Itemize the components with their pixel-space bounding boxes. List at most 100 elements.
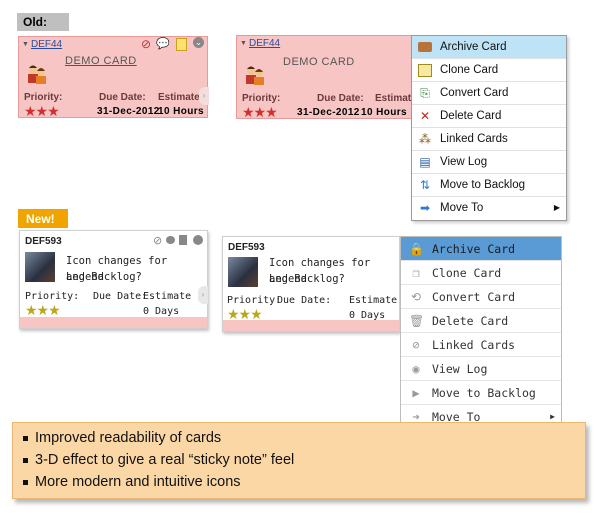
- avatar-people-icon: [28, 65, 46, 84]
- menu-item-clone-card[interactable]: ❐ Clone Card: [401, 261, 561, 285]
- priority-stars: ★★★: [24, 103, 60, 119]
- menu-item-label: Delete Card: [432, 314, 509, 328]
- menu-item-archive-card[interactable]: Archive Card: [412, 36, 566, 59]
- menu-item-linked-cards[interactable]: ⁂ Linked Cards: [412, 128, 566, 151]
- menu-item-archive-card[interactable]: 🔒 Archive Card: [401, 237, 561, 261]
- estimate-label: Estimate: [349, 295, 398, 306]
- new-card-right[interactable]: DEF593 Icon changes for Legend and Backl…: [222, 236, 400, 332]
- summary-box: Improved readability of cards 3-D effect…: [12, 422, 586, 499]
- avatar-people-icon: [246, 66, 264, 85]
- card-id[interactable]: DEF593: [228, 242, 265, 253]
- block-icon[interactable]: ⊘: [153, 234, 162, 247]
- submenu-arrow-icon: ▶: [550, 412, 555, 421]
- briefcase-icon: [418, 42, 432, 52]
- menu-item-label: Archive Card: [440, 41, 507, 53]
- trash-icon: 🗑: [409, 314, 425, 328]
- card-id[interactable]: DEF593: [25, 236, 62, 247]
- note-icon[interactable]: [179, 235, 187, 245]
- priority-label: Priority:: [24, 92, 63, 103]
- summary-bullet: 3-D effect to give a real “sticky note” …: [23, 452, 294, 468]
- menu-item-label: Clone Card: [432, 266, 502, 280]
- lock-icon: 🔒: [409, 242, 424, 256]
- menu-item-label: View Log: [440, 156, 488, 168]
- menu-item-move-to-backlog[interactable]: ▶ Move to Backlog: [401, 381, 561, 405]
- delete-x-icon: ✕: [419, 109, 431, 123]
- old-card-right[interactable]: ▼ DEF44 DEMO CARD Priority: Due Date: Es…: [236, 35, 420, 120]
- menu-item-label: Delete Card: [440, 110, 502, 122]
- chevron-down-icon[interactable]: ▼: [22, 41, 29, 48]
- card-id-link[interactable]: DEF44: [31, 39, 62, 50]
- due-date-value: 31-Dec-2012: [97, 106, 160, 117]
- submenu-arrow-icon: ▶: [553, 203, 560, 212]
- chevron-down-icon[interactable]: ▼: [240, 40, 247, 47]
- menu-item-delete-card[interactable]: ✕ Delete Card: [412, 105, 566, 128]
- log-icon: ▤: [419, 155, 431, 169]
- backlog-icon: ⇅: [419, 178, 431, 192]
- card-color-strip: [20, 317, 207, 328]
- bullet-marker: [23, 479, 28, 485]
- bullet-marker: [23, 435, 28, 441]
- estimate-label: Estimate: [143, 291, 192, 302]
- block-icon[interactable]: ⊘: [141, 37, 151, 51]
- bullet-marker: [23, 457, 28, 463]
- menu-item-convert-card[interactable]: ⎘ Convert Card: [412, 82, 566, 105]
- estimate-value: 10 Hours: [361, 107, 407, 118]
- summary-bullet-text: Improved readability of cards: [35, 430, 222, 446]
- new-context-menu: 🔒 Archive Card ❐ Clone Card ⟲ Convert Ca…: [400, 236, 562, 424]
- menu-item-delete-card[interactable]: 🗑 Delete Card: [401, 309, 561, 333]
- expand-tab[interactable]: ›: [199, 87, 209, 105]
- menu-item-move-to[interactable]: ➡ Move To ▶: [412, 197, 566, 220]
- priority-stars: ★★★: [242, 104, 278, 120]
- card-id-link[interactable]: DEF44: [249, 38, 280, 49]
- menu-item-convert-card[interactable]: ⟲ Convert Card: [401, 285, 561, 309]
- comment-icon[interactable]: [166, 236, 175, 244]
- expand-tab[interactable]: ›: [198, 286, 208, 304]
- note-icon[interactable]: [176, 38, 187, 51]
- card-title: DEMO CARD: [283, 56, 355, 68]
- old-card-left[interactable]: ▼ DEF44 DEMO CARD ⊘ 💬 ⌄ Priority: Due Da…: [18, 36, 209, 119]
- eye-icon: ◉: [412, 362, 420, 376]
- menu-item-label: Archive Card: [432, 242, 516, 256]
- menu-item-label: Convert Card: [440, 87, 509, 99]
- convert-icon: ⟲: [410, 290, 422, 304]
- old-label: Old:: [17, 13, 69, 31]
- card-title-line2: and Backlog?: [269, 273, 345, 285]
- summary-bullet: Improved readability of cards: [23, 430, 221, 446]
- menu-item-label: Linked Cards: [440, 133, 508, 145]
- link-icon: ⊘: [412, 338, 420, 352]
- due-date-label: Due Date:: [99, 92, 146, 103]
- collapse-icon[interactable]: ⌄: [193, 37, 204, 48]
- play-icon: ▶: [412, 386, 420, 400]
- clone-icon: [418, 64, 432, 77]
- move-icon: ➡: [419, 201, 431, 215]
- menu-item-view-log[interactable]: ▤ View Log: [412, 151, 566, 174]
- menu-item-view-log[interactable]: ◉ View Log: [401, 357, 561, 381]
- new-label: New!: [18, 209, 68, 228]
- menu-item-label: Move To: [440, 202, 484, 214]
- summary-bullet-text: 3-D effect to give a real “sticky note” …: [35, 452, 295, 468]
- estimate-value: 0 Days: [143, 306, 180, 317]
- menu-item-clone-card[interactable]: Clone Card: [412, 59, 566, 82]
- old-context-menu: Archive Card Clone Card ⎘ Convert Card ✕…: [411, 35, 567, 221]
- menu-item-linked-cards[interactable]: ⊘ Linked Cards: [401, 333, 561, 357]
- priority-label: Priority:: [227, 295, 282, 306]
- comment-icon[interactable]: 💬: [156, 37, 170, 50]
- menu-item-label: Move to Backlog: [432, 386, 536, 400]
- estimate-value: 10 Hours: [158, 106, 204, 117]
- card-title-line2: and Backlog?: [66, 271, 142, 283]
- menu-item-label: Linked Cards: [432, 338, 516, 352]
- due-date-value: 31-Dec-2012: [297, 107, 360, 118]
- info-icon[interactable]: [193, 235, 203, 245]
- menu-item-label: Clone Card: [440, 64, 499, 76]
- menu-item-label: Move to Backlog: [440, 179, 526, 191]
- menu-item-label: View Log: [432, 362, 488, 376]
- priority-label: Priority:: [242, 93, 281, 104]
- menu-item-move-to-backlog[interactable]: ⇅ Move to Backlog: [412, 174, 566, 197]
- due-date-label: Due Date:: [277, 295, 332, 306]
- priority-label: Priority:: [25, 291, 80, 302]
- card-color-strip: [223, 320, 399, 331]
- summary-bullet-text: More modern and intuitive icons: [35, 474, 241, 490]
- card-title[interactable]: DEMO CARD: [65, 55, 137, 67]
- menu-item-label: Convert Card: [432, 290, 516, 304]
- new-card-left[interactable]: DEF593 ⊘ Icon changes for Legend and Bac…: [19, 230, 208, 329]
